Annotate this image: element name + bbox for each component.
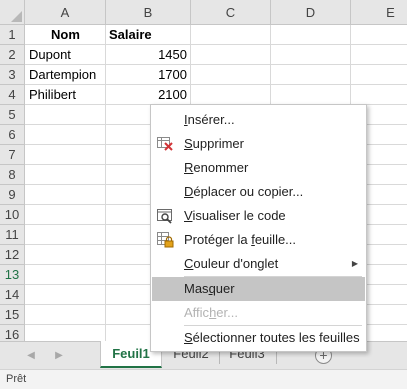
cell-b3[interactable]: 1700 [106, 65, 190, 85]
row-header-1[interactable]: 1 [0, 25, 25, 45]
column-header-d[interactable]: D [271, 0, 351, 25]
row-header-13[interactable]: 13 [0, 265, 25, 285]
column-header-c[interactable]: C [191, 0, 271, 25]
cell-a1[interactable]: Nom [26, 25, 105, 45]
menu-item-inserer[interactable]: Insérer... [151, 108, 366, 132]
row-header-10[interactable]: 10 [0, 205, 25, 225]
row-header-8[interactable]: 8 [0, 165, 25, 185]
cell-a3[interactable]: Dartempion [26, 65, 105, 85]
column-header-b[interactable]: B [106, 0, 191, 25]
menu-item-proteger-la-feuille[interactable]: Protéger la feuille... [151, 228, 366, 252]
status-text: Prêt [6, 373, 27, 385]
row-header-16[interactable]: 16 [0, 325, 25, 341]
row-header-3[interactable]: 3 [0, 65, 25, 85]
submenu-arrow-icon: ▶ [351, 259, 358, 268]
column-header-e[interactable]: E [351, 0, 407, 25]
row-header-15[interactable]: 15 [0, 305, 25, 325]
menu-item-afficher[interactable]: Afficher... [151, 301, 366, 325]
row-header-12[interactable]: 12 [0, 245, 25, 265]
sheet-context-menu: Insérer... Supprimer Renommer Déplacer o… [150, 104, 367, 352]
menu-item-couleur-d-onglet[interactable]: Couleur d'onglet ▶ [151, 252, 366, 276]
row-header-4[interactable]: 4 [0, 85, 25, 105]
menu-item-supprimer[interactable]: Supprimer [151, 132, 366, 156]
cell-a2[interactable]: Dupont [26, 45, 105, 65]
row-header-2[interactable]: 2 [0, 45, 25, 65]
menu-item-deplacer-ou-copier[interactable]: Déplacer ou copier... [151, 180, 366, 204]
menu-item-selectionner-toutes-les-feuilles[interactable]: Sélectionner toutes les feuilles [151, 326, 366, 350]
menu-item-renommer[interactable]: Renommer [151, 156, 366, 180]
delete-sheet-icon [157, 136, 174, 152]
cell-b2[interactable]: 1450 [106, 45, 190, 65]
row-header-5[interactable]: 5 [0, 105, 25, 125]
row-header-11[interactable]: 11 [0, 225, 25, 245]
menu-item-masquer[interactable]: Masquer [152, 277, 365, 301]
menu-item-visualiser-le-code[interactable]: Visualiser le code [151, 204, 366, 228]
row-header-14[interactable]: 14 [0, 285, 25, 305]
cell-b4[interactable]: 2100 [106, 85, 190, 105]
scroll-tabs-right-icon[interactable]: ▶ [52, 349, 66, 363]
status-bar: Prêt [0, 369, 407, 389]
column-header-a[interactable]: A [25, 0, 106, 25]
row-header-6[interactable]: 6 [0, 125, 25, 145]
protect-sheet-icon [157, 232, 174, 248]
row-header-9[interactable]: 9 [0, 185, 25, 205]
select-all-corner[interactable] [0, 0, 25, 25]
view-code-icon [157, 208, 174, 224]
row-header-7[interactable]: 7 [0, 145, 25, 165]
cell-b1[interactable]: Salaire [106, 25, 190, 45]
cell-a4[interactable]: Philibert [26, 85, 105, 105]
scroll-tabs-left-icon[interactable]: ◀ [24, 349, 38, 363]
